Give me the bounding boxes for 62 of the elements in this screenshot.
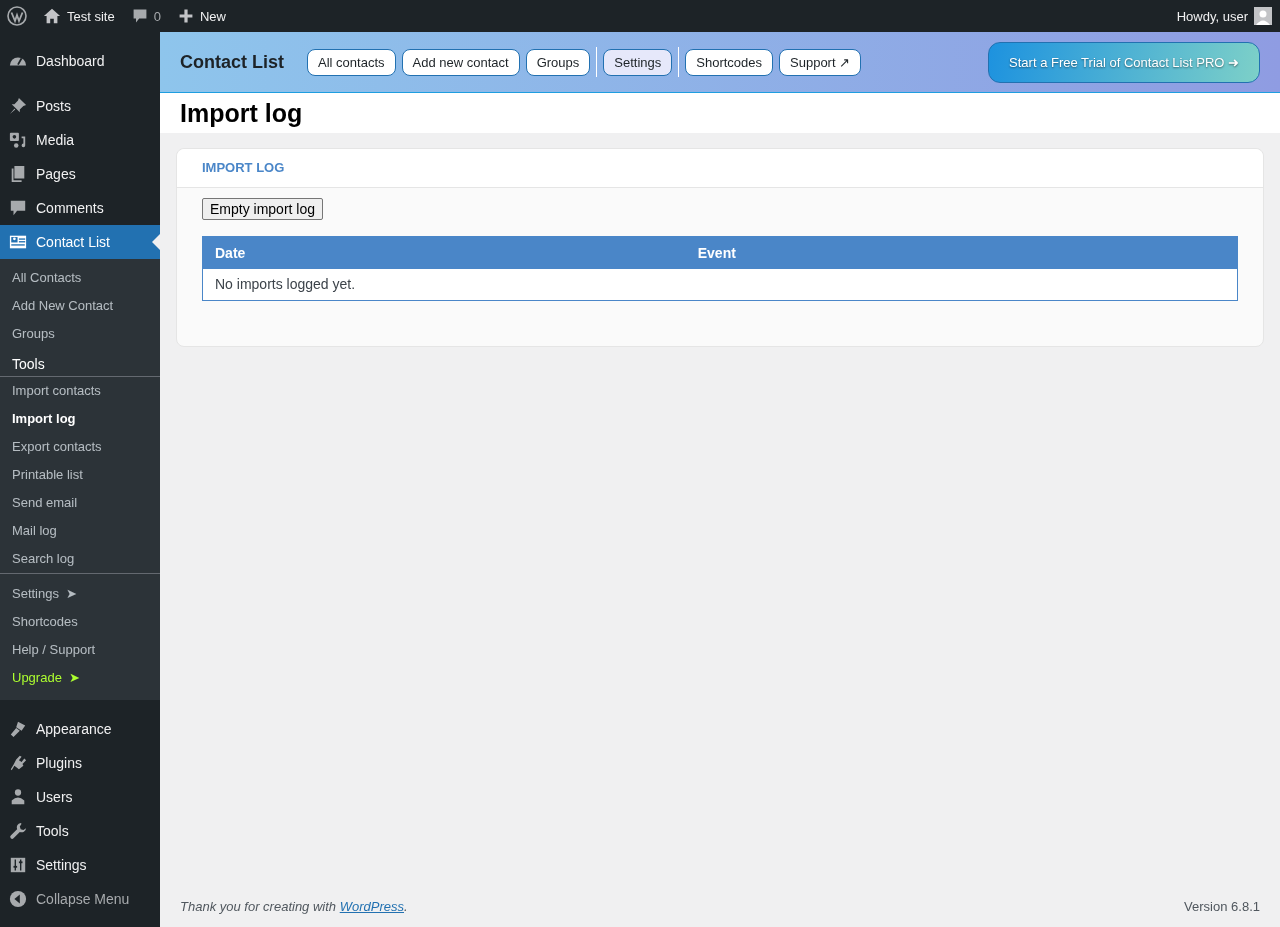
menu-item[interactable]: Posts	[0, 89, 160, 123]
home-icon	[43, 7, 61, 25]
menu-item[interactable]: Media	[0, 123, 160, 157]
wrench-icon	[9, 822, 27, 840]
submenu-item[interactable]: Search log	[0, 545, 160, 573]
contact-card-icon	[9, 233, 27, 251]
plugin-title: Contact List	[180, 51, 284, 73]
media-icon	[9, 131, 27, 149]
nav-tab[interactable]: Groups	[525, 48, 591, 76]
submenu-item[interactable]: Help / Support	[0, 636, 160, 664]
account-link[interactable]: Howdy, user	[1176, 7, 1272, 25]
speech-bubble-icon	[9, 199, 27, 217]
column-header: Event	[685, 236, 1238, 269]
submenu-item[interactable]: Import contacts	[0, 377, 160, 405]
empty-message: No imports logged yet.	[202, 269, 1238, 301]
new-link[interactable]: New	[177, 8, 226, 24]
wordpress-link[interactable]: WordPress	[339, 899, 404, 914]
page-title: Import log	[160, 93, 1280, 133]
submenu-item[interactable]: Mail log	[0, 517, 160, 545]
footer-text: Thank you for creating with WordPress.	[180, 899, 408, 914]
empty-log-button[interactable]: Empty import log	[202, 198, 324, 220]
version-text: Version 6.8.1	[1184, 899, 1260, 914]
collapse-menu-button[interactable]: Collapse Menu	[0, 882, 160, 916]
nav-tab[interactable]: Support ↗	[779, 48, 862, 76]
person-icon	[9, 788, 27, 806]
comment-icon	[131, 8, 148, 24]
plug-icon	[9, 754, 27, 772]
column-header: Date	[202, 236, 686, 269]
menu-item[interactable]: Settings	[0, 848, 160, 882]
card-title: IMPORT LOG	[202, 160, 285, 175]
menu-item[interactable]: Dashboard	[0, 44, 160, 78]
submenu-item[interactable]: All Contacts	[0, 264, 160, 292]
nav-tab[interactable]: All contacts	[307, 48, 396, 76]
submenu-item[interactable]: Shortcodes	[0, 608, 160, 636]
avatar-icon	[1254, 7, 1272, 25]
pushpin-icon	[9, 97, 27, 115]
nav-tab[interactable]: Add new contact	[401, 48, 520, 76]
submenu-item[interactable]: Settings ➤	[0, 580, 160, 608]
site-link[interactable]: Test site	[43, 7, 115, 25]
sliders-icon	[9, 856, 27, 874]
submenu-item[interactable]: Send email	[0, 489, 160, 517]
menu-item[interactable]: Contact List	[0, 225, 160, 259]
menu-item[interactable]: Users	[0, 780, 160, 814]
paintbrush-icon	[9, 720, 27, 738]
menu-item[interactable]: Comments	[0, 191, 160, 225]
submenu-heading: Tools	[0, 348, 160, 377]
comments-link[interactable]: 0	[131, 8, 161, 24]
menu-item[interactable]: Tools	[0, 814, 160, 848]
menu-item[interactable]: Pages	[0, 157, 160, 191]
submenu-item[interactable]: Printable list	[0, 461, 160, 489]
wordpress-logo-icon[interactable]	[7, 6, 27, 26]
nav-tab[interactable]: Shortcodes	[685, 48, 773, 76]
menu-item[interactable]: Plugins	[0, 746, 160, 780]
submenu-item[interactable]: Upgrade ➤	[0, 664, 160, 692]
submenu-item[interactable]: Add New Contact	[0, 292, 160, 320]
plus-icon	[177, 8, 194, 24]
submenu-item[interactable]: Import log	[0, 405, 160, 433]
pages-icon	[9, 165, 27, 183]
menu-item[interactable]: Appearance	[0, 712, 160, 746]
nav-tab[interactable]: Settings	[603, 48, 673, 76]
submenu-item[interactable]: Groups	[0, 320, 160, 348]
submenu-item[interactable]: Export contacts	[0, 433, 160, 461]
